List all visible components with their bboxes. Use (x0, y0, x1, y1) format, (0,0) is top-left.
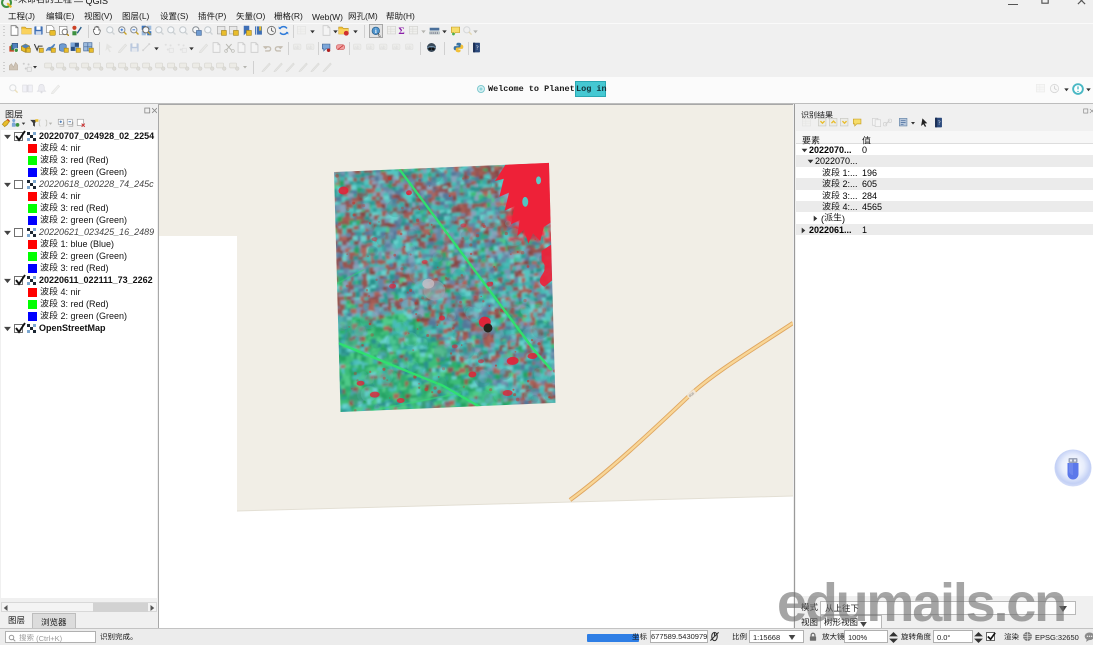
svg-text:ab: ab (354, 45, 360, 51)
svg-text:?: ? (476, 45, 479, 52)
svg-text:ab: ab (406, 45, 412, 51)
svg-text:ab: ab (380, 45, 386, 51)
svg-text:ab: ab (307, 45, 313, 51)
svg-text:ab: ab (367, 45, 373, 51)
svg-text:ab: ab (393, 45, 399, 51)
svg-text:i: i (374, 27, 376, 34)
svg-text:ab: ab (294, 45, 300, 51)
svg-text:?: ? (938, 120, 941, 127)
svg-text:Σ: Σ (398, 26, 404, 36)
